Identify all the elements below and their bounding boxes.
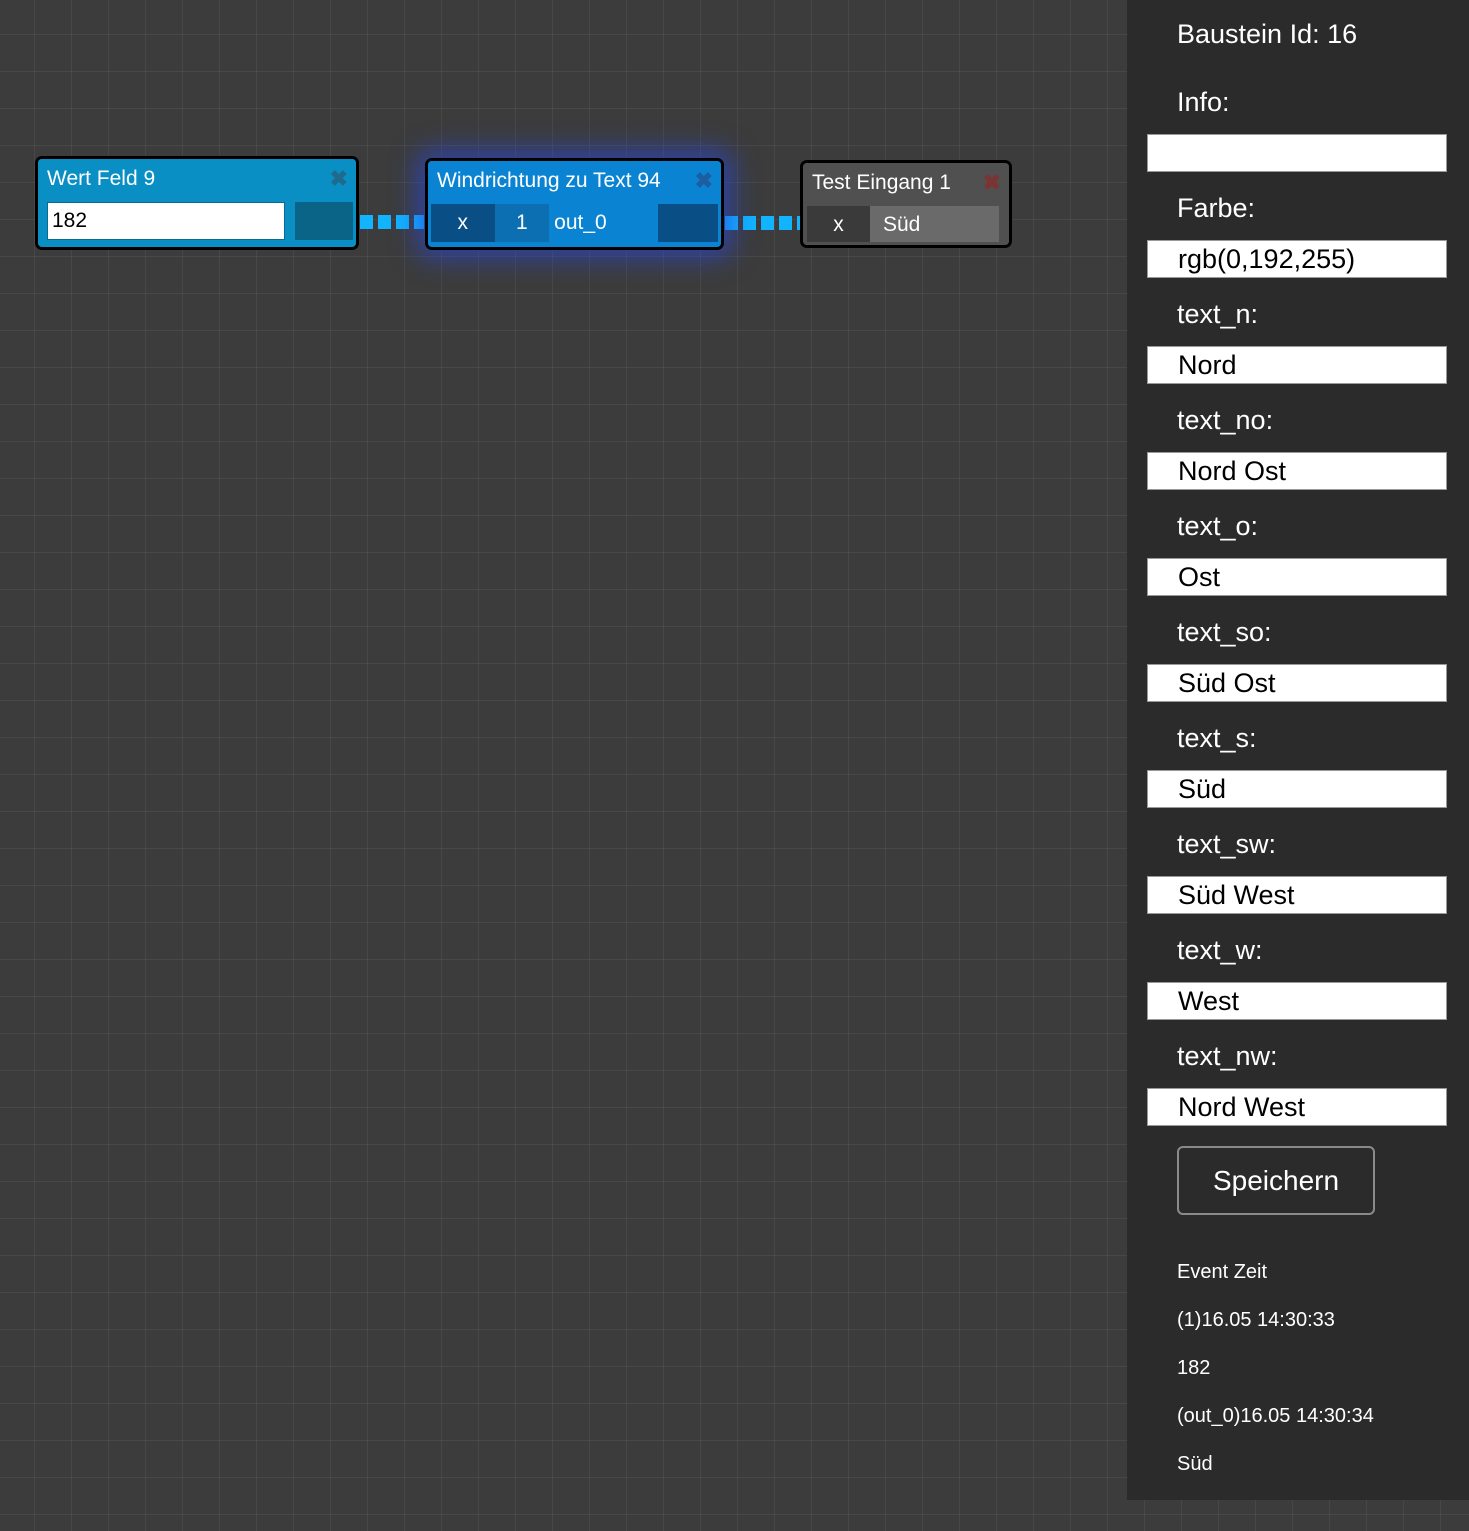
output-port[interactable] <box>658 204 718 242</box>
input-port-value: 1 <box>494 204 550 242</box>
info-input[interactable] <box>1147 134 1447 172</box>
text-n-label: text_n: <box>1177 299 1259 329</box>
input-port-label[interactable]: x <box>431 204 495 242</box>
text-s-input[interactable] <box>1147 770 1447 808</box>
node-body <box>38 199 356 244</box>
text-o-input[interactable] <box>1147 558 1447 596</box>
properties-panel: Baustein Id: 16 Info: Farbe: text_n: tex… <box>1127 0 1469 1500</box>
farbe-input[interactable] <box>1147 240 1447 278</box>
text-w-label: text_w: <box>1177 935 1263 965</box>
text-nw-input[interactable] <box>1147 1088 1447 1126</box>
node-header[interactable]: Windrichtung zu Text 94 ✖ <box>428 161 721 201</box>
value-input[interactable] <box>47 202 285 240</box>
connection-wire[interactable] <box>360 215 424 229</box>
event-log-entry: (out_0)16.05 14:30:34 <box>1177 1405 1374 1427</box>
panel-title: Baustein Id: 16 <box>1177 19 1358 49</box>
event-log-entry: (1)16.05 14:30:33 <box>1177 1309 1335 1331</box>
flow-canvas[interactable]: Wert Feld 9 ✖ Windrichtung zu Text 94 ✖ … <box>0 0 1127 1531</box>
node-body: x 1 out_0 <box>428 201 721 246</box>
text-n-input[interactable] <box>1147 346 1447 384</box>
text-w-input[interactable] <box>1147 982 1447 1020</box>
text-so-input[interactable] <box>1147 664 1447 702</box>
save-button[interactable]: Speichern <box>1177 1146 1375 1215</box>
text-sw-label: text_sw: <box>1177 829 1277 859</box>
event-log-header: Event Zeit <box>1177 1261 1268 1283</box>
farbe-label: Farbe: <box>1177 193 1256 223</box>
text-no-input[interactable] <box>1147 452 1447 490</box>
input-port-label[interactable]: x <box>807 206 870 242</box>
output-port[interactable] <box>295 202 353 240</box>
node-test-eingang[interactable]: Test Eingang 1 ✖ x Süd <box>800 160 1012 248</box>
close-icon[interactable]: ✖ <box>983 163 1001 203</box>
event-log-entry: 182 <box>1177 1357 1211 1379</box>
event-log-entry: Süd <box>1177 1453 1213 1475</box>
text-no-label: text_no: <box>1177 405 1274 435</box>
node-windrichtung[interactable]: Windrichtung zu Text 94 ✖ x 1 out_0 <box>425 158 724 250</box>
text-s-label: text_s: <box>1177 723 1257 753</box>
node-header[interactable]: Test Eingang 1 ✖ <box>803 163 1009 203</box>
node-header[interactable]: Wert Feld 9 ✖ <box>38 159 356 199</box>
node-wert-feld[interactable]: Wert Feld 9 ✖ <box>35 156 359 250</box>
close-icon[interactable]: ✖ <box>330 159 348 199</box>
text-o-label: text_o: <box>1177 511 1259 541</box>
node-title: Wert Feld 9 <box>47 167 156 190</box>
text-nw-label: text_nw: <box>1177 1041 1278 1071</box>
output-port-label: out_0 <box>549 204 659 242</box>
connection-wire[interactable] <box>725 216 800 230</box>
node-title: Test Eingang 1 <box>812 171 951 194</box>
node-title: Windrichtung zu Text 94 <box>437 169 661 192</box>
info-label: Info: <box>1177 87 1230 117</box>
node-body: x Süd <box>803 203 1009 245</box>
text-so-label: text_so: <box>1177 617 1272 647</box>
text-sw-input[interactable] <box>1147 876 1447 914</box>
node-value: Süd <box>870 206 999 242</box>
close-icon[interactable]: ✖ <box>695 161 713 201</box>
